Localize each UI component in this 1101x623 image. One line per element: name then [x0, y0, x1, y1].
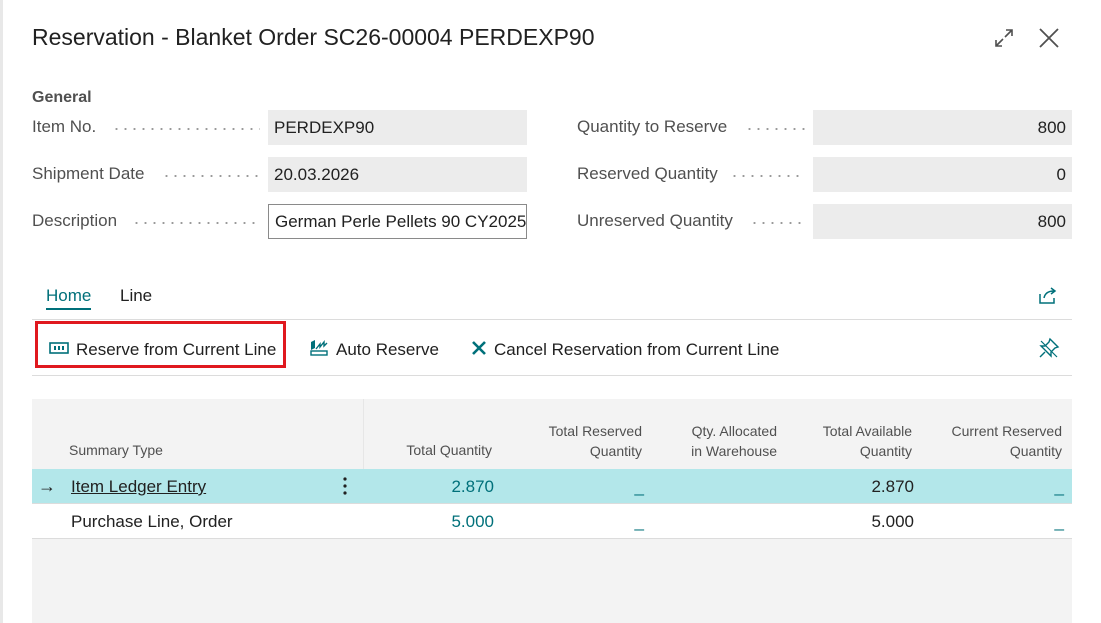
field-label: Description [32, 211, 118, 230]
unreserved-quantity-field[interactable]: 800 [813, 204, 1072, 239]
pin-icon [1038, 337, 1060, 363]
summary-type-link[interactable]: Item Ledger Entry [71, 469, 206, 504]
cancel-reservation-button[interactable]: Cancel Reservation from Current Line [471, 337, 779, 363]
auto-reserve-icon [309, 339, 329, 362]
total-reserved-value[interactable]: _ [502, 469, 644, 504]
item-no-field[interactable]: PERDEXP90 [268, 110, 527, 145]
total-quantity-value[interactable]: 5.000 [362, 504, 494, 539]
action-label: Auto Reserve [336, 340, 439, 359]
column-header-total-available-quantity[interactable]: Total Available Quantity [772, 421, 912, 461]
tab-home[interactable]: Home [46, 286, 92, 310]
reserved-quantity-field[interactable]: 0 [813, 157, 1072, 192]
shipment-date-field[interactable]: 20.03.2026 [268, 157, 527, 192]
current-reserved-value[interactable]: _ [912, 504, 1064, 539]
field-label: Reserved Quantity [577, 164, 718, 183]
qty-allocated-value [637, 504, 777, 539]
more-vertical-icon [343, 477, 347, 495]
highlight-annotation-box [35, 321, 286, 368]
header-text: Qty. Allocated [691, 423, 777, 439]
column-header-current-reserved-quantity[interactable]: Current Reserved Quantity [912, 421, 1063, 461]
table-row[interactable]: Purchase Line, Order 5.000 _ 5.000 _ [32, 504, 1072, 539]
current-row-arrow-icon: → [38, 476, 56, 496]
column-header-total-reserved-quantity[interactable]: Total Reserved Quantity [502, 421, 642, 461]
qty-allocated-value [637, 469, 777, 504]
grid-header: Summary Type Total Quantity Total Reserv… [32, 399, 1072, 469]
summary-type-text: Purchase Line, Order [71, 512, 233, 531]
current-reserved-value[interactable]: _ [912, 469, 1064, 504]
pin-action-bar-button[interactable] [1038, 337, 1062, 361]
field-label: Unreserved Quantity [577, 211, 733, 230]
header-text: in Warehouse [691, 443, 777, 459]
total-quantity-value[interactable]: 2.870 [362, 469, 494, 504]
header-text: Quantity [859, 443, 912, 459]
header-text: Quantity [589, 443, 642, 459]
column-header-summary-type[interactable]: Summary Type [69, 440, 269, 460]
column-header-total-quantity[interactable]: Total Quantity [362, 440, 492, 460]
close-button[interactable] [1035, 26, 1063, 54]
field-label: Shipment Date [32, 164, 145, 183]
section-title-general: General [32, 89, 92, 106]
header-text: Current Reserved [951, 423, 1063, 439]
total-reserved-value[interactable]: _ [502, 504, 644, 539]
leader-dots [745, 128, 805, 130]
share-icon [1037, 287, 1059, 310]
expand-button[interactable] [990, 26, 1018, 54]
header-text: Summary Type [69, 442, 163, 458]
cancel-x-icon [471, 340, 487, 361]
row-actions-button[interactable] [337, 469, 353, 504]
action-bar-bottom-divider [32, 375, 1072, 376]
total-available-value: 2.870 [871, 477, 914, 496]
leader-dots [750, 222, 805, 224]
header-text: Total Reserved [548, 423, 642, 439]
action-bar-top-divider [32, 319, 1072, 320]
description-field[interactable]: German Perle Pellets 90 CY2025 [268, 204, 527, 239]
header-text: Quantity [1009, 443, 1062, 459]
column-header-qty-allocated[interactable]: Qty. Allocated in Warehouse [637, 421, 777, 461]
table-row[interactable]: → Item Ledger Entry 2.870 _ 2.870 _ [32, 469, 1072, 504]
background-page-edge [0, 0, 3, 623]
action-label: Cancel Reservation from Current Line [494, 340, 780, 359]
dialog-title: Reservation - Blanket Order SC26-00004 P… [32, 24, 595, 50]
leader-dots [132, 222, 260, 224]
reservation-summary-grid: Summary Type Total Quantity Total Reserv… [32, 399, 1072, 623]
close-icon [1037, 26, 1061, 55]
leader-dots [730, 175, 805, 177]
total-available-value: 5.000 [871, 512, 914, 531]
leader-dots [162, 175, 260, 177]
auto-reserve-button[interactable]: Auto Reserve [309, 337, 439, 363]
expand-icon [993, 27, 1015, 54]
leader-dots [112, 128, 260, 130]
quantity-to-reserve-field[interactable]: 800 [813, 110, 1072, 145]
header-text: Total Available [822, 423, 912, 439]
tab-line[interactable]: Line [120, 286, 152, 306]
header-text: Total Quantity [406, 442, 492, 458]
field-label: Item No. [32, 117, 97, 136]
field-label: Quantity to Reserve [577, 117, 728, 136]
share-button[interactable] [1037, 284, 1061, 308]
